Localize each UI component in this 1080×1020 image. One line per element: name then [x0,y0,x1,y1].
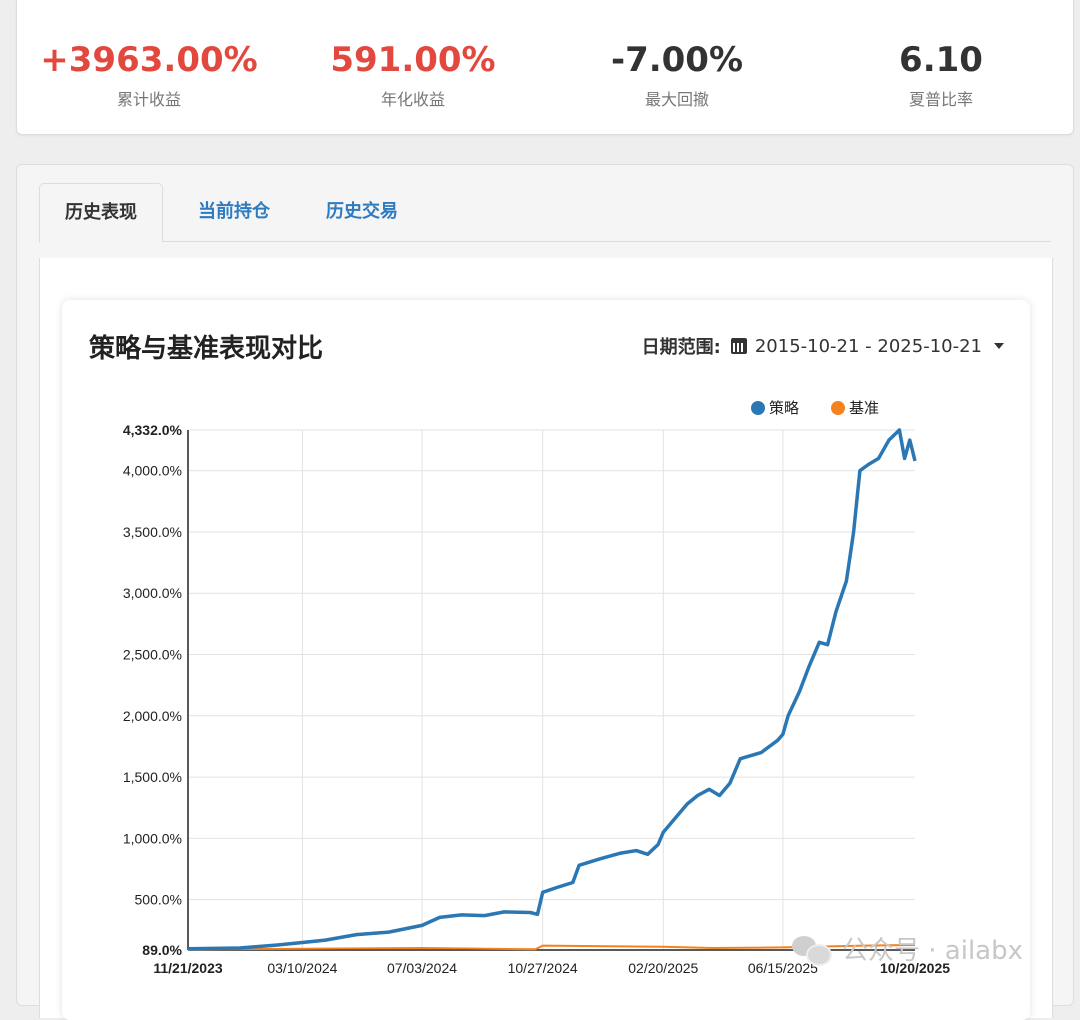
x-tick-label: 03/10/2024 [267,960,337,976]
axes: 89.0% 500.0% 1,000.0% 1,500.0% 2,000.0% 2,500… [123,422,950,976]
y-tick-label: 4,332.0% [123,422,183,438]
y-tick-label: 3,000.0% [123,585,182,601]
y-tick-label: 1,500.0% [123,769,182,785]
y-tick-label: 2,000.0% [123,708,182,724]
performance-chart: 89.0% 500.0% 1,000.0% 1,500.0% 2,000.0% 2,500… [123,400,950,976]
y-tick-label: 500.0% [135,892,182,908]
series-lines [187,428,917,951]
legend: 策略 基准 [751,400,879,417]
wechat-logo-icon [792,934,832,966]
watermark: 公众号 · ailabx [792,930,1023,967]
x-tick-label: 10/27/2024 [508,960,578,976]
y-tick-label: 89.0% [142,942,182,958]
x-tick-label: 11/21/2023 [153,960,223,976]
watermark-text: 公众号 · ailabx [842,936,1023,966]
y-tick-label: 2,500.0% [123,647,182,663]
series-line-strategy [187,428,917,951]
y-tick-label: 3,500.0% [123,524,182,540]
x-tick-label: 02/20/2025 [628,960,698,976]
legend-marker [831,401,845,415]
grid-lines [188,429,915,950]
legend-label: 策略 [769,400,799,417]
legend-marker [751,401,765,415]
x-tick-label: 07/03/2024 [387,960,457,976]
y-tick-label: 4,000.0% [123,463,182,479]
legend-label: 基准 [849,400,879,417]
y-tick-label: 1,000.0% [123,830,182,846]
